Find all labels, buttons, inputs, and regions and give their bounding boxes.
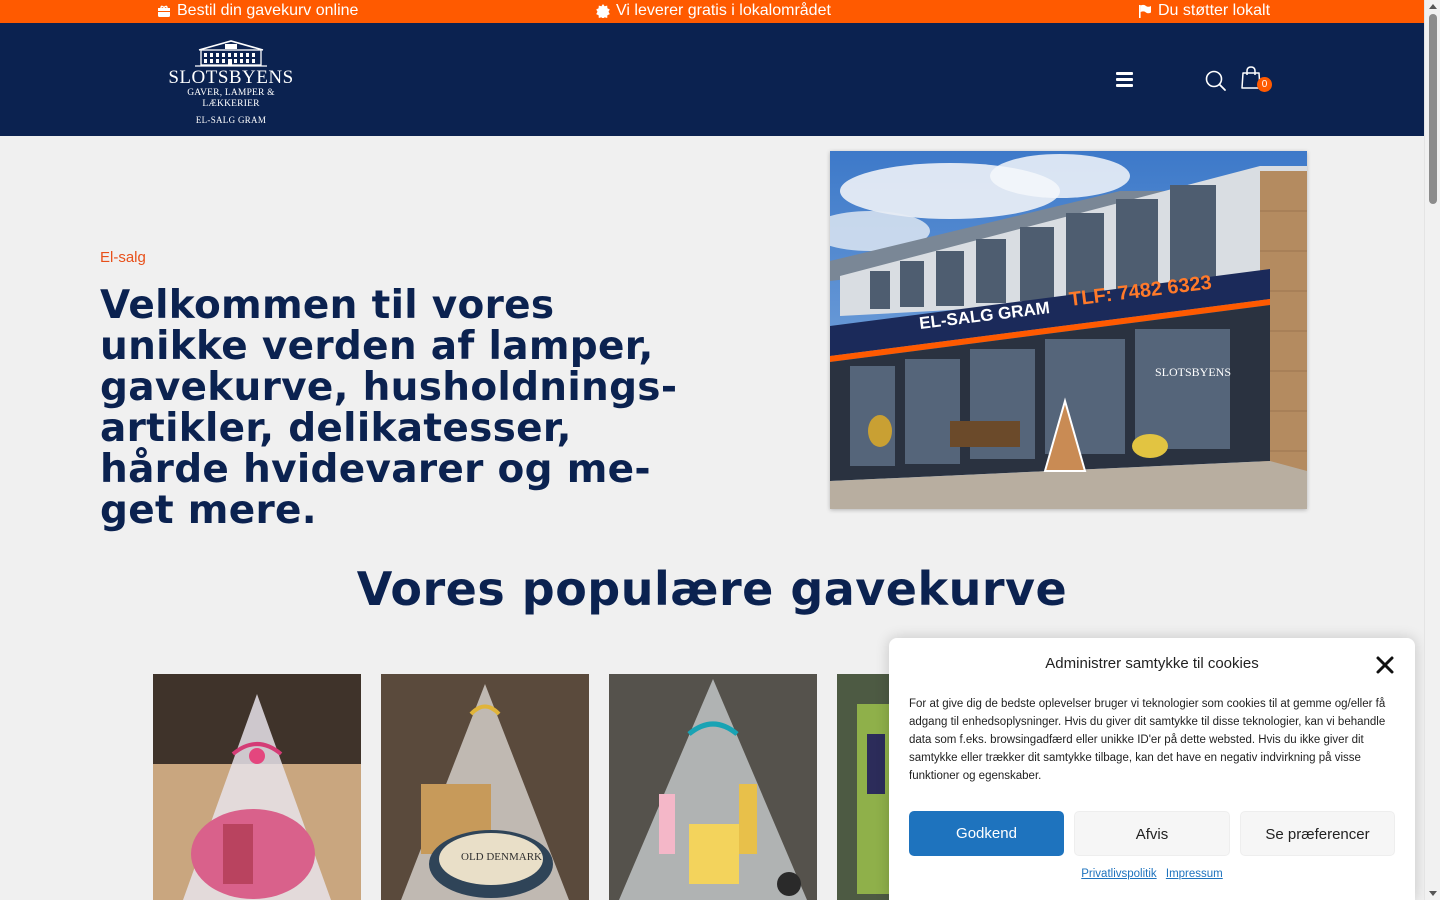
cookie-preferences-button[interactable]: Se præferencer [1240, 811, 1395, 856]
search-icon [1205, 70, 1226, 91]
cookie-dialog-title: Administrer samtykke til cookies [1045, 655, 1259, 672]
search-button[interactable] [1204, 69, 1228, 93]
scroll-up-arrow-icon[interactable] [1429, 4, 1437, 9]
building-logo-icon [195, 40, 267, 67]
product-card[interactable] [153, 674, 361, 900]
menu-toggle-button[interactable] [1116, 72, 1133, 87]
logo-subtitle: GAVER, LAMPER & LÆKKERIER [187, 88, 275, 109]
cookie-accept-button[interactable]: Godkend [909, 811, 1064, 856]
logo-title: SLOTSBYENS [168, 67, 294, 88]
announcement-item-local: Du støtter lokalt [1138, 2, 1270, 20]
gift-icon [158, 5, 170, 17]
cart-button[interactable]: 0 [1240, 66, 1274, 96]
product-image [153, 674, 361, 900]
scroll-down-arrow-icon[interactable] [1429, 891, 1437, 896]
cookie-dialog-text: For at give dig de bedste oplevelser bru… [909, 698, 1386, 782]
store-front-image: EL-SALG GRAM TLF: 7482 6323 SLOTSBYENS [830, 151, 1307, 509]
hamburger-icon-bar [1116, 84, 1133, 87]
hero-title: Velkommen til vores unikke verden af lam… [100, 283, 678, 533]
cookie-links: Privatlivspolitik Impressum [889, 868, 1415, 880]
hero-eyebrow: El-salg [100, 249, 146, 266]
product-card[interactable]: OLD DENMARK [381, 674, 589, 900]
privacy-policy-link[interactable]: Privatlivspolitik [1081, 868, 1156, 880]
product-label: OLD DENMARK [461, 851, 542, 863]
cookie-consent-dialog: Administrer samtykke til cookies For at … [889, 638, 1415, 900]
product-card[interactable] [609, 674, 817, 900]
hamburger-icon [1116, 72, 1133, 75]
impressum-link[interactable]: Impressum [1166, 868, 1223, 880]
announcement-text: Bestil din gavekurv online [177, 2, 359, 19]
page-scrollbar[interactable] [1424, 0, 1440, 900]
announcement-item-delivery: Vi leverer gratis i lokalområdet [596, 2, 831, 20]
cart-count-badge: 0 [1257, 77, 1272, 92]
window-decal-text: SLOTSBYENS [1155, 365, 1231, 379]
scrollbar-thumb[interactable] [1429, 14, 1437, 204]
hamburger-icon-bar [1116, 78, 1133, 81]
announcement-item-gift: Bestil din gavekurv online [157, 2, 358, 20]
announcement-text: Du støtter lokalt [1158, 2, 1271, 19]
close-icon [1376, 656, 1394, 674]
announcement-bar: Bestil din gavekurv online Vi leverer gr… [0, 0, 1424, 23]
announcement-text: Vi leverer gratis i lokalområdet [616, 2, 831, 19]
logo-store-name: EL-SALG GRAM [195, 115, 267, 125]
section-title: Vores populære gavekurve [356, 562, 1068, 616]
site-logo[interactable]: SLOTSBYENS GAVER, LAMPER & LÆKKERIER EL-… [158, 39, 304, 125]
product-image: OLD DENMARK [381, 674, 589, 900]
site-header: SLOTSBYENS GAVER, LAMPER & LÆKKERIER EL-… [0, 23, 1424, 136]
cookie-close-button[interactable] [1375, 655, 1395, 675]
badge-icon [596, 4, 610, 18]
product-image [609, 674, 817, 900]
flag-icon [1139, 4, 1151, 18]
cookie-deny-button[interactable]: Afvis [1074, 811, 1230, 856]
